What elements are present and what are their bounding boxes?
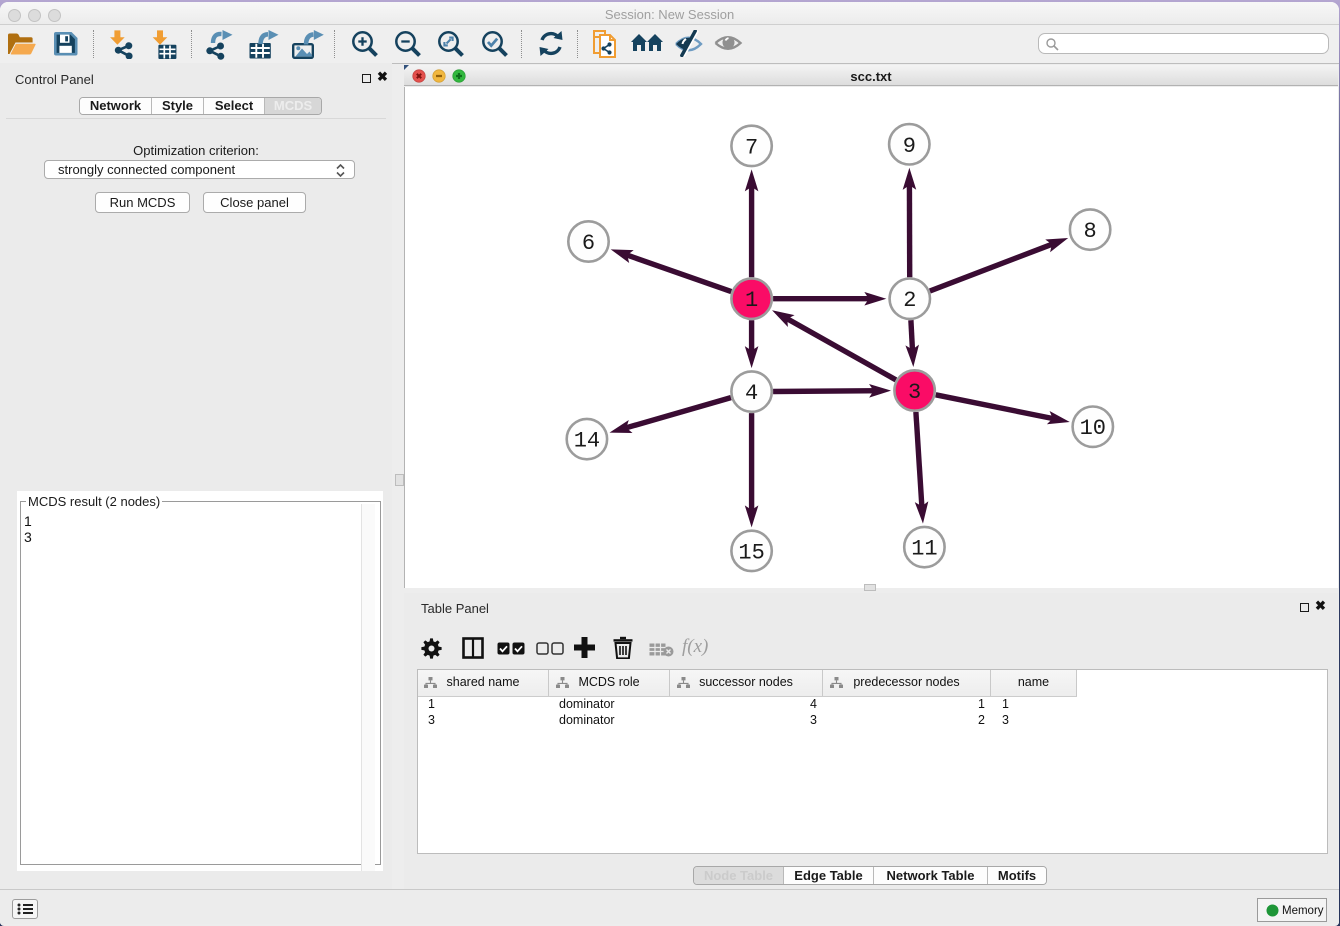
svg-text:11: 11 — [911, 537, 937, 562]
svg-text:3: 3 — [908, 380, 921, 405]
svg-text:7: 7 — [745, 135, 758, 160]
svg-text:15: 15 — [738, 540, 764, 565]
svg-text:2: 2 — [903, 288, 916, 313]
svg-text:14: 14 — [574, 429, 600, 454]
svg-text:6: 6 — [582, 231, 595, 256]
svg-text:8: 8 — [1083, 219, 1096, 244]
svg-text:1: 1 — [745, 288, 758, 313]
svg-text:4: 4 — [745, 381, 758, 406]
svg-text:10: 10 — [1080, 416, 1106, 441]
svg-text:9: 9 — [903, 134, 916, 159]
